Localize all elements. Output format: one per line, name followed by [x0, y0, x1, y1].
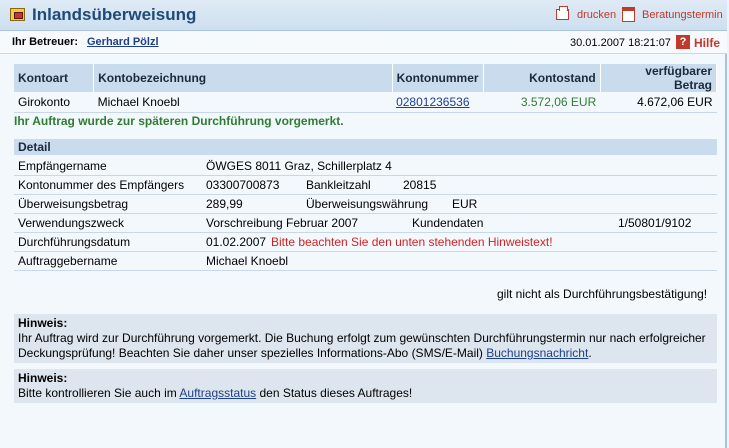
- hint-box-2: Hinweis: Bitte kontrollieren Sie auch im…: [14, 369, 717, 403]
- appointment-link[interactable]: Beratungstermin: [642, 9, 723, 21]
- col-kontoart: Kontoart: [14, 64, 95, 92]
- currency-label: Überweisungswährung: [306, 197, 429, 211]
- col-kontonummer: Kontonummer: [392, 64, 484, 92]
- col-kontostand: Kontostand: [483, 64, 601, 92]
- confirmation-note: gilt nicht als Durchführungsbestätigung!: [497, 287, 708, 301]
- advisor-label: Ihr Betreuer:: [12, 36, 79, 48]
- detail-row-orderer: Auftraggebername Michael Knoebl: [14, 252, 717, 271]
- amount-label: Überweisungsbetrag: [18, 197, 129, 211]
- recipient-label: Empfängername: [18, 159, 107, 173]
- customer-data-label: Kundendaten: [412, 216, 484, 230]
- hint-text: Bitte kontrollieren Sie auch im: [18, 386, 180, 400]
- help-link[interactable]: Hilfe: [694, 36, 720, 50]
- purpose-value: Vorschreibung Februar 2007: [206, 216, 359, 230]
- table-row: Girokonto Michael Knoebl 02801236536 3.5…: [14, 92, 717, 113]
- purpose-label: Verwendungszweck: [18, 216, 125, 230]
- calendar-icon[interactable]: [622, 7, 635, 22]
- detail-row-purpose: Verwendungszweck Vorschreibung Februar 2…: [14, 214, 717, 233]
- advisor-name-link[interactable]: Gerhard Pölzl: [87, 36, 159, 48]
- page-header: Inlandsüberweisung drucken Beratungsterm…: [0, 0, 727, 31]
- page-title: Inlandsüberweisung: [32, 5, 197, 24]
- detail-row-amount: Überweisungsbetrag 289,99 Überweisungswä…: [14, 195, 717, 214]
- col-verfuegbar: verfügbarer Betrag: [600, 64, 718, 92]
- bank-code-value: 20815: [403, 178, 437, 192]
- recipient-value: ÖWGES 8011 Graz, Schillerplatz 4: [206, 159, 392, 173]
- hint-title: Hinweis:: [18, 371, 68, 385]
- account-balance: 3.572,06 EUR: [483, 92, 601, 113]
- bank-code-label: Bankleitzahl: [306, 178, 371, 192]
- orderer-value: Michael Knoebl: [206, 254, 289, 268]
- currency-value: EUR: [452, 197, 478, 211]
- detail-row-recipient: Empfängername ÖWGES 8011 Graz, Schillerp…: [14, 157, 717, 176]
- recipient-account-value: 03300700873: [206, 178, 280, 192]
- hint-text: Ihr Auftrag wird zur Durchführung vorgem…: [18, 331, 706, 360]
- hint-title: Hinweis:: [18, 316, 68, 330]
- account-type: Girokonto: [14, 92, 94, 113]
- order-status-link[interactable]: Auftragsstatus: [179, 386, 256, 400]
- detail-heading: Detail: [14, 139, 717, 155]
- hint-text-end: .: [588, 346, 592, 360]
- detail-row-account: Kontonummer des Empfängers 03300700873 B…: [14, 176, 717, 195]
- execution-warning: Bitte beachten Sie den unten stehenden H…: [271, 235, 553, 249]
- print-link[interactable]: drucken: [577, 9, 616, 21]
- orderer-label: Auftraggebername: [18, 254, 118, 268]
- account-table: Kontoart Kontobezeichnung Kontonummer Ko…: [14, 64, 718, 113]
- hint-text-end: den Status dieses Auftrages!: [256, 386, 413, 400]
- account-number-link[interactable]: 02801236536: [396, 95, 469, 109]
- recipient-account-label: Kontonummer des Empfängers: [18, 178, 185, 192]
- customer-data-value: 1/50801/9102: [618, 216, 692, 230]
- printer-icon[interactable]: [556, 6, 569, 20]
- booking-notice-link[interactable]: Buchungsnachricht: [486, 346, 588, 360]
- execution-label: Durchführungsdatum: [18, 235, 131, 249]
- amount-value: 289,99: [206, 197, 243, 211]
- detail-row-execution: Durchführungsdatum 01.02.2007 Bitte beac…: [14, 233, 717, 252]
- transfer-icon: [10, 8, 25, 21]
- col-kontobezeichnung: Kontobezeichnung: [93, 64, 393, 92]
- advisor-bar: Ihr Betreuer: Gerhard Pölzl 30.01.2007 1…: [0, 31, 727, 54]
- help-icon[interactable]: ?: [676, 35, 690, 49]
- datetime: 30.01.2007 18:21:07: [570, 37, 671, 49]
- execution-value: 01.02.2007: [206, 235, 267, 249]
- hint-box-1: Hinweis: Ihr Auftrag wird zur Durchführu…: [14, 314, 717, 363]
- account-name: Michael Knoebl: [93, 92, 393, 113]
- page-frame: Inlandsüberweisung drucken Beratungsterm…: [0, 0, 727, 448]
- account-available: 4.672,06 EUR: [600, 92, 717, 113]
- success-message: Ihr Auftrag wurde zur späteren Durchführ…: [14, 114, 344, 128]
